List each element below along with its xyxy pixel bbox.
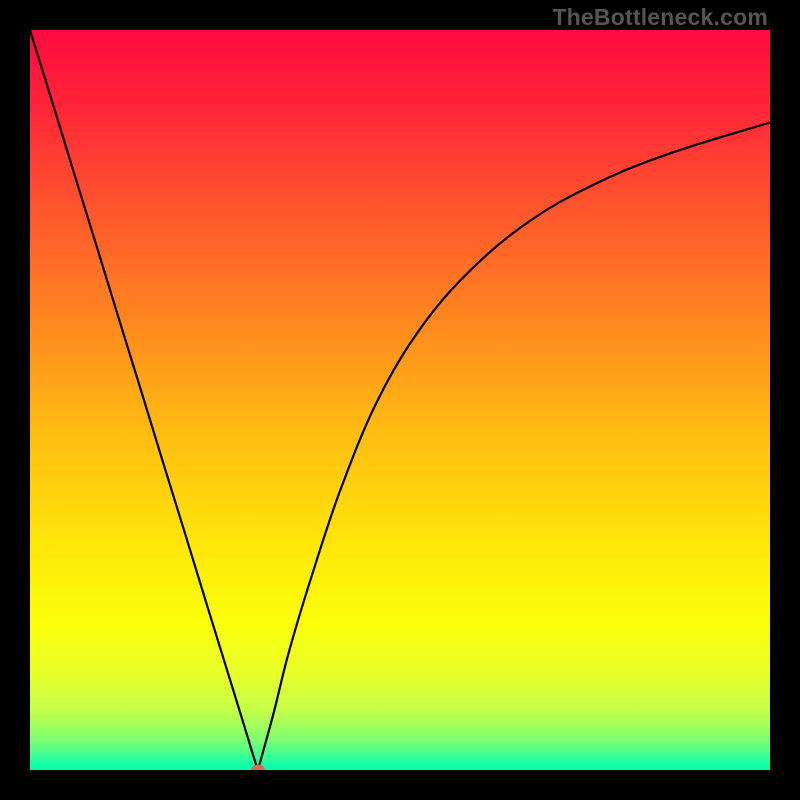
optimum-marker [251,765,265,771]
bottleneck-curve [30,30,770,770]
chart-frame: TheBottleneck.com [0,0,800,800]
curve-right-branch [258,123,770,771]
curve-left-branch [30,30,258,770]
plot-area [30,30,770,770]
watermark-text: TheBottleneck.com [552,4,768,31]
